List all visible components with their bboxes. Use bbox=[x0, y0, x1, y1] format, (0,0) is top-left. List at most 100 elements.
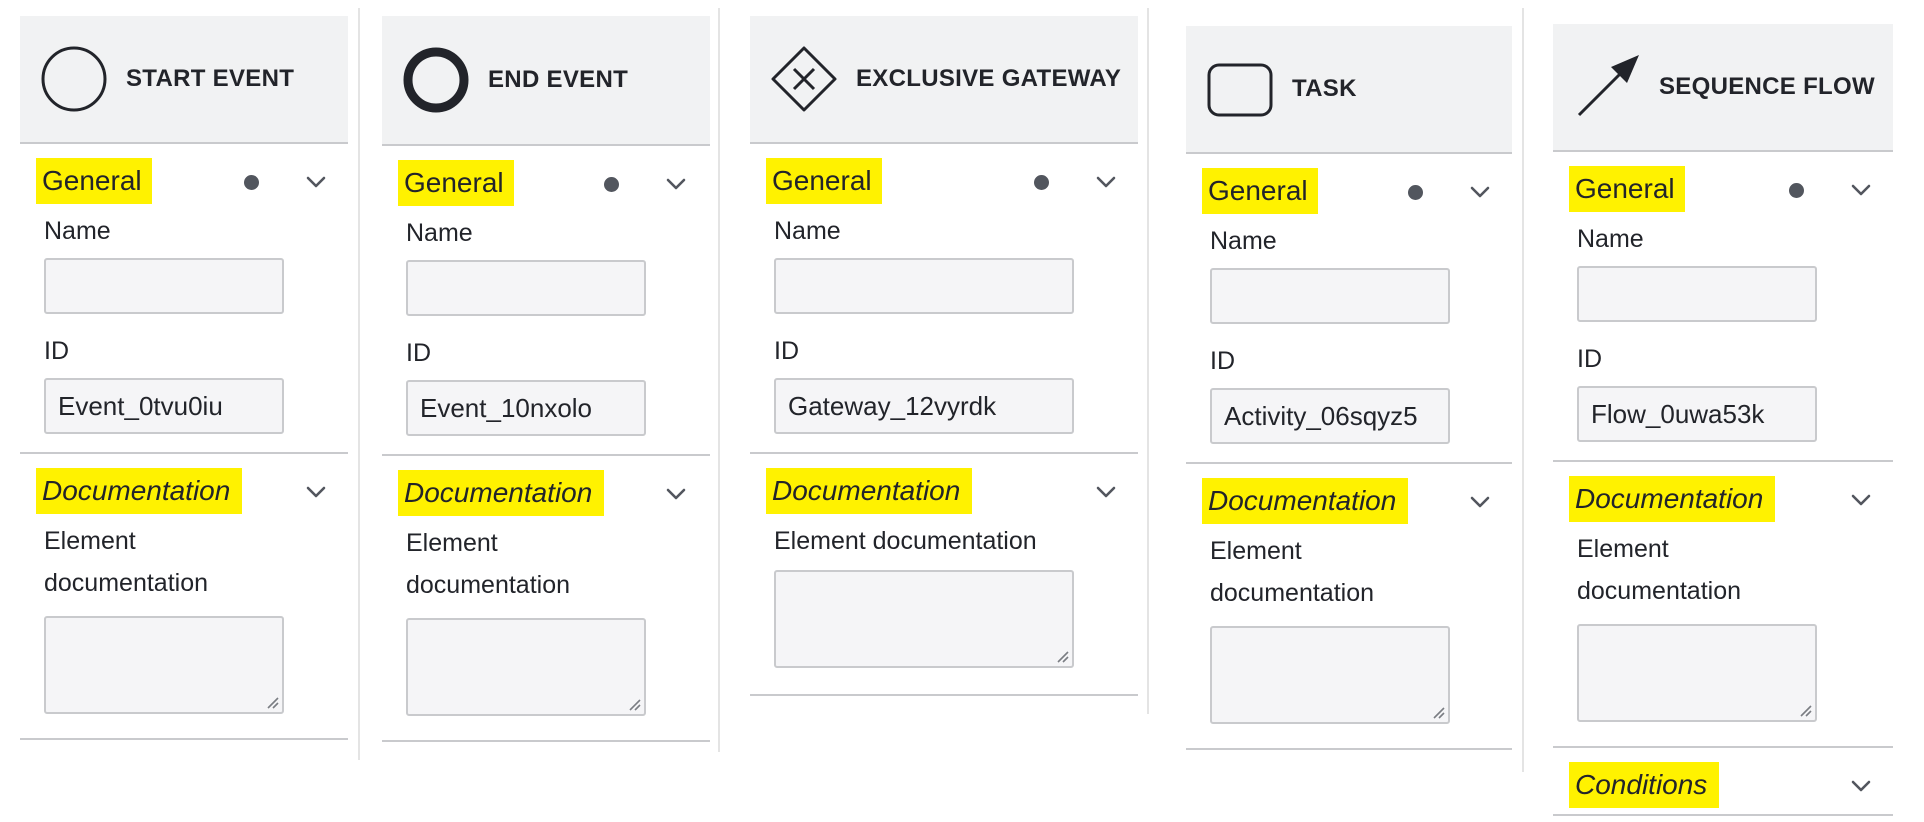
chevron-down-icon[interactable] bbox=[1094, 170, 1118, 194]
resize-grip-icon[interactable] bbox=[1798, 703, 1812, 717]
chevron-down-icon[interactable] bbox=[304, 480, 328, 504]
general-group-header[interactable]: General bbox=[1553, 152, 1893, 218]
sequence-flow-icon bbox=[1573, 53, 1641, 121]
element-documentation-label: Element documentation bbox=[1577, 535, 1742, 605]
documentation-group: Documentation Element documentation bbox=[750, 454, 1138, 694]
general-group-title: General bbox=[1202, 168, 1318, 214]
element-documentation-textarea[interactable] bbox=[774, 570, 1074, 668]
name-label: Name bbox=[1577, 225, 1644, 253]
resize-grip-icon[interactable] bbox=[1431, 705, 1445, 719]
name-label: Name bbox=[1210, 227, 1277, 255]
name-input[interactable] bbox=[774, 258, 1074, 314]
documentation-group-title: Documentation bbox=[1202, 478, 1409, 524]
resize-grip-icon[interactable] bbox=[265, 695, 279, 709]
id-input[interactable]: Activity_06sqyz5 bbox=[1210, 388, 1450, 444]
panel-separator bbox=[358, 8, 360, 760]
panel-header: START EVENT bbox=[20, 16, 348, 142]
name-input[interactable] bbox=[1210, 268, 1450, 324]
properties-panel-task: TASK General Name ID Activity_06sqyz5 Do… bbox=[1186, 26, 1512, 750]
resize-grip-icon[interactable] bbox=[627, 697, 641, 711]
element-documentation-textarea[interactable] bbox=[44, 616, 284, 714]
changed-indicator-dot bbox=[1789, 183, 1804, 198]
element-documentation-textarea[interactable] bbox=[1577, 624, 1817, 722]
id-label: ID bbox=[774, 337, 799, 365]
element-documentation-label: Element documentation bbox=[1210, 537, 1375, 607]
chevron-down-icon[interactable] bbox=[1849, 178, 1873, 202]
general-group: General Name ID Activity_06sqyz5 bbox=[1186, 154, 1512, 462]
general-group: General Name ID Flow_0uwa53k bbox=[1553, 152, 1893, 460]
properties-panel-end-event: END EVENT General Name ID Event_10nxolo … bbox=[382, 16, 710, 742]
task-icon bbox=[1206, 55, 1274, 123]
name-input[interactable] bbox=[406, 260, 646, 316]
element-documentation-label: Element documentation bbox=[44, 527, 209, 597]
panel-header: EXCLUSIVE GATEWAY bbox=[750, 16, 1138, 142]
id-input[interactable]: Event_10nxolo bbox=[406, 380, 646, 436]
chevron-down-icon[interactable] bbox=[1468, 490, 1492, 514]
general-group-title: General bbox=[398, 160, 514, 206]
element-documentation-textarea[interactable] bbox=[1210, 626, 1450, 724]
chevron-down-icon[interactable] bbox=[664, 482, 688, 506]
conditions-group-title: Conditions bbox=[1569, 762, 1720, 808]
panel-separator bbox=[718, 8, 720, 752]
general-group-header[interactable]: General bbox=[750, 144, 1138, 210]
id-label: ID bbox=[44, 337, 69, 365]
conditions-group: Conditions bbox=[1553, 748, 1893, 814]
properties-panel-sequence-flow: SEQUENCE FLOW General Name ID Flow_0uwa5… bbox=[1553, 24, 1893, 816]
panel-header: TASK bbox=[1186, 26, 1512, 152]
panel-separator bbox=[1147, 8, 1149, 714]
changed-indicator-dot bbox=[604, 177, 619, 192]
chevron-down-icon[interactable] bbox=[1094, 480, 1118, 504]
general-group-header[interactable]: General bbox=[20, 144, 348, 210]
general-group-header[interactable]: General bbox=[1186, 154, 1512, 220]
panel-title: SEQUENCE FLOW bbox=[1659, 73, 1875, 100]
documentation-group-title: Documentation bbox=[36, 468, 243, 514]
chevron-down-icon[interactable] bbox=[1849, 488, 1873, 512]
chevron-down-icon[interactable] bbox=[1468, 180, 1492, 204]
properties-panel-start-event: START EVENT General Name ID Event_0tvu0i… bbox=[20, 16, 348, 740]
documentation-group: Documentation Element documentation bbox=[382, 456, 710, 740]
name-input[interactable] bbox=[44, 258, 284, 314]
general-group: General Name ID Event_10nxolo bbox=[382, 146, 710, 454]
general-group-header[interactable]: General bbox=[382, 146, 710, 212]
documentation-group-header[interactable]: Documentation bbox=[20, 454, 348, 520]
documentation-group: Documentation Element documentation bbox=[20, 454, 348, 738]
name-input[interactable] bbox=[1577, 266, 1817, 322]
chevron-down-icon[interactable] bbox=[664, 172, 688, 196]
documentation-group-title: Documentation bbox=[1569, 476, 1776, 522]
name-label: Name bbox=[44, 217, 111, 245]
id-label: ID bbox=[406, 339, 431, 367]
start-event-icon bbox=[40, 45, 108, 113]
id-input[interactable]: Event_0tvu0iu bbox=[44, 378, 284, 434]
name-label: Name bbox=[774, 217, 841, 245]
panel-separator bbox=[1522, 8, 1524, 772]
documentation-group-title: Documentation bbox=[398, 470, 605, 516]
panel-header: END EVENT bbox=[382, 16, 710, 144]
general-group-title: General bbox=[36, 158, 152, 204]
changed-indicator-dot bbox=[1408, 185, 1423, 200]
documentation-group-header[interactable]: Documentation bbox=[382, 456, 710, 522]
changed-indicator-dot bbox=[244, 175, 259, 190]
documentation-group-header[interactable]: Documentation bbox=[1186, 464, 1512, 530]
changed-indicator-dot bbox=[1034, 175, 1049, 190]
panel-header: SEQUENCE FLOW bbox=[1553, 24, 1893, 150]
general-group: General Name ID Event_0tvu0iu bbox=[20, 144, 348, 452]
properties-panel-exclusive-gateway: EXCLUSIVE GATEWAY General Name ID Gatewa… bbox=[750, 16, 1138, 696]
general-group-title: General bbox=[766, 158, 882, 204]
documentation-group: Documentation Element documentation bbox=[1553, 462, 1893, 746]
conditions-group-header[interactable]: Conditions bbox=[1553, 748, 1893, 814]
chevron-down-icon[interactable] bbox=[304, 170, 328, 194]
id-label: ID bbox=[1577, 345, 1602, 373]
documentation-group-header[interactable]: Documentation bbox=[750, 454, 1138, 520]
element-documentation-textarea[interactable] bbox=[406, 618, 646, 716]
general-group-title: General bbox=[1569, 166, 1685, 212]
documentation-group-title: Documentation bbox=[766, 468, 973, 514]
resize-grip-icon[interactable] bbox=[1055, 649, 1069, 663]
id-input[interactable]: Flow_0uwa53k bbox=[1577, 386, 1817, 442]
panel-title: EXCLUSIVE GATEWAY bbox=[856, 65, 1122, 92]
documentation-group-header[interactable]: Documentation bbox=[1553, 462, 1893, 528]
chevron-down-icon[interactable] bbox=[1849, 774, 1873, 798]
end-event-icon bbox=[402, 46, 470, 114]
id-input[interactable]: Gateway_12vyrdk bbox=[774, 378, 1074, 434]
exclusive-gateway-icon bbox=[770, 45, 838, 113]
element-documentation-label: Element documentation bbox=[774, 527, 1037, 555]
